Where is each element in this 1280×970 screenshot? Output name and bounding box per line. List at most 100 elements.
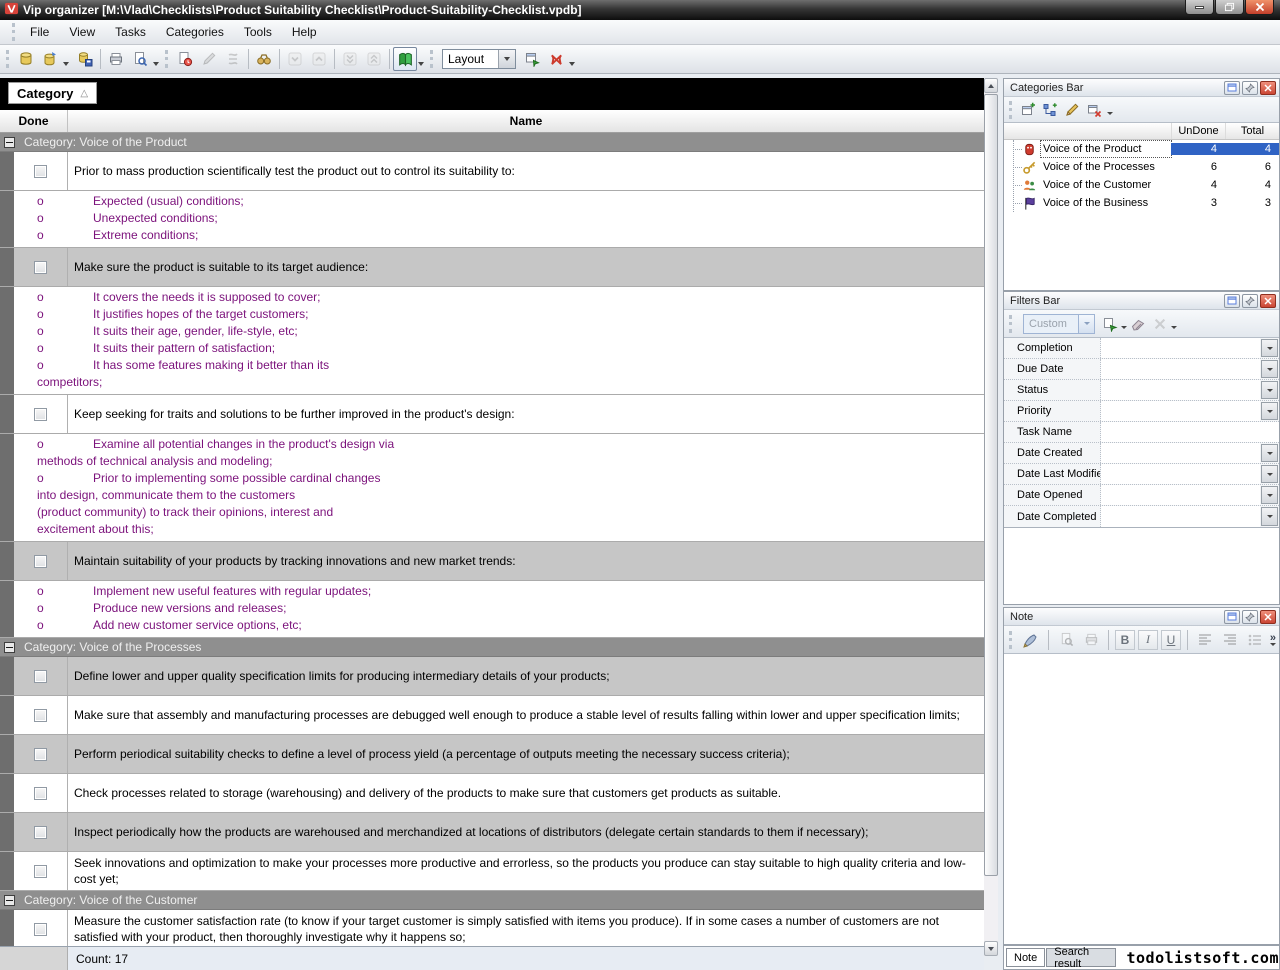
filter-dropdown-button[interactable]	[1261, 486, 1278, 504]
notes-caret[interactable]	[418, 62, 424, 66]
task-row[interactable]: Maintain suitability of your products by…	[0, 542, 984, 581]
categories-pin-button[interactable]	[1242, 81, 1258, 95]
tab-search-result[interactable]: Search result	[1046, 948, 1115, 967]
menu-help[interactable]: Help	[282, 22, 327, 42]
column-header-name[interactable]: Name	[68, 110, 984, 132]
filter-dropdown-button[interactable]	[1261, 507, 1278, 526]
minimize-button[interactable]	[1185, 0, 1214, 15]
task-row[interactable]: Prior to mass production scientifically …	[0, 152, 984, 191]
move-down-button[interactable]	[283, 47, 307, 71]
filter-value[interactable]	[1101, 359, 1260, 379]
category-group-row[interactable]: Category: Voice of the Customer	[0, 891, 984, 910]
tab-note[interactable]: Note	[1006, 948, 1045, 967]
filter-dropdown-button[interactable]	[1261, 402, 1278, 420]
task-checkbox[interactable]	[34, 826, 47, 839]
move-bottom-button[interactable]	[338, 47, 362, 71]
category-name[interactable]: Voice of the Business	[1041, 195, 1171, 211]
note-maximize-button[interactable]	[1224, 610, 1240, 624]
categories-toolbar-caret[interactable]	[1107, 112, 1113, 115]
filter-value[interactable]	[1101, 422, 1279, 442]
filter-value[interactable]	[1101, 443, 1260, 463]
category-row[interactable]: Voice of the Customer44	[1004, 176, 1279, 194]
toolbar-grip-1[interactable]	[6, 50, 9, 68]
filter-value[interactable]	[1101, 401, 1260, 421]
italic-button[interactable]: I	[1138, 630, 1158, 650]
bullet-list-button[interactable]	[1244, 629, 1266, 651]
column-header-done[interactable]: Done	[0, 110, 68, 132]
restore-button[interactable]	[1215, 0, 1244, 15]
task-checkbox[interactable]	[34, 709, 47, 722]
category-group-row[interactable]: Category: Voice of the Processes	[0, 638, 984, 657]
category-name[interactable]: Voice of the Processes	[1041, 159, 1171, 175]
clear-filter-button[interactable]	[1127, 313, 1149, 335]
task-checkbox[interactable]	[34, 787, 47, 800]
filters-close-button[interactable]	[1260, 294, 1276, 308]
menubar-grip[interactable]	[12, 23, 15, 41]
print-button[interactable]	[104, 47, 128, 71]
new-database-button[interactable]	[14, 47, 38, 71]
task-checkbox[interactable]	[34, 670, 47, 683]
filter-dropdown-button[interactable]	[1261, 465, 1278, 483]
filter-value[interactable]	[1101, 338, 1260, 358]
menu-tasks[interactable]: Tasks	[105, 22, 156, 42]
edit-task-button[interactable]	[197, 47, 221, 71]
menu-categories[interactable]: Categories	[156, 22, 234, 42]
find-button[interactable]	[252, 47, 276, 71]
apply-filter-button[interactable]	[1099, 313, 1121, 335]
notes-toggle-button[interactable]	[393, 47, 417, 71]
layout-combobox[interactable]: Layout	[442, 49, 516, 69]
scroll-up-button[interactable]	[984, 78, 998, 93]
category-name[interactable]: Voice of the Customer	[1041, 177, 1171, 193]
scroll-down-button[interactable]	[984, 941, 998, 956]
menu-tools[interactable]: Tools	[234, 22, 282, 42]
category-group-row[interactable]: Category: Voice of the Product	[0, 133, 984, 152]
filters-maximize-button[interactable]	[1224, 294, 1240, 308]
group-by-category-chip[interactable]: Category △	[8, 82, 97, 104]
bold-button[interactable]: B	[1115, 630, 1135, 650]
close-button[interactable]	[1245, 0, 1274, 15]
category-row[interactable]: Voice of the Product44	[1004, 140, 1279, 158]
delete-task-button[interactable]	[221, 47, 245, 71]
insert-note-button[interactable]	[1020, 629, 1042, 651]
delete-filter-button[interactable]	[1149, 313, 1171, 335]
menu-file[interactable]: File	[20, 22, 59, 42]
edit-category-button[interactable]	[1061, 99, 1083, 121]
task-checkbox[interactable]	[34, 865, 47, 878]
move-up-button[interactable]	[307, 47, 331, 71]
categories-close-button[interactable]	[1260, 81, 1276, 95]
task-list-scrollbar[interactable]	[984, 78, 998, 956]
print-preview-button[interactable]	[128, 47, 152, 71]
delete-category-button[interactable]	[1083, 99, 1105, 121]
apply-layout-button[interactable]	[520, 47, 544, 71]
filter-dropdown-button[interactable]	[1261, 381, 1278, 399]
layout-combobox-dropdown[interactable]	[498, 50, 515, 68]
task-checkbox[interactable]	[34, 555, 47, 568]
menu-view[interactable]: View	[59, 22, 105, 42]
task-row[interactable]: Perform periodical suitability checks to…	[0, 735, 984, 774]
categories-undone-column[interactable]: UnDone	[1171, 123, 1225, 139]
categories-toolbar-grip[interactable]	[1009, 101, 1012, 119]
filter-dropdown-button[interactable]	[1261, 444, 1278, 462]
collapse-icon[interactable]	[4, 137, 15, 148]
note-text-area[interactable]	[1004, 654, 1279, 944]
categories-total-column[interactable]: Total	[1225, 123, 1279, 139]
note-pin-button[interactable]	[1242, 610, 1258, 624]
task-checkbox[interactable]	[34, 923, 47, 936]
task-row[interactable]: Measure the customer satisfaction rate (…	[0, 910, 984, 946]
task-row[interactable]: Inspect periodically how the products ar…	[0, 813, 984, 852]
note-toolbar-overflow[interactable]: »	[1270, 633, 1276, 646]
task-checkbox[interactable]	[34, 261, 47, 274]
filters-toolbar-caret[interactable]	[1171, 326, 1177, 329]
task-row[interactable]: Check processes related to storage (ware…	[0, 774, 984, 813]
move-top-button[interactable]	[362, 47, 386, 71]
toolbar-grip-2[interactable]	[165, 50, 168, 68]
category-name[interactable]: Voice of the Product	[1041, 141, 1171, 157]
task-checkbox[interactable]	[34, 408, 47, 421]
task-row[interactable]: Define lower and upper quality specifica…	[0, 657, 984, 696]
note-print-button[interactable]	[1080, 629, 1102, 651]
toolbar-grip-3[interactable]	[430, 50, 433, 68]
filter-dropdown-button[interactable]	[1261, 360, 1278, 378]
collapse-icon[interactable]	[4, 642, 15, 653]
delete-layout-button[interactable]	[544, 47, 568, 71]
print-caret[interactable]	[153, 62, 159, 66]
